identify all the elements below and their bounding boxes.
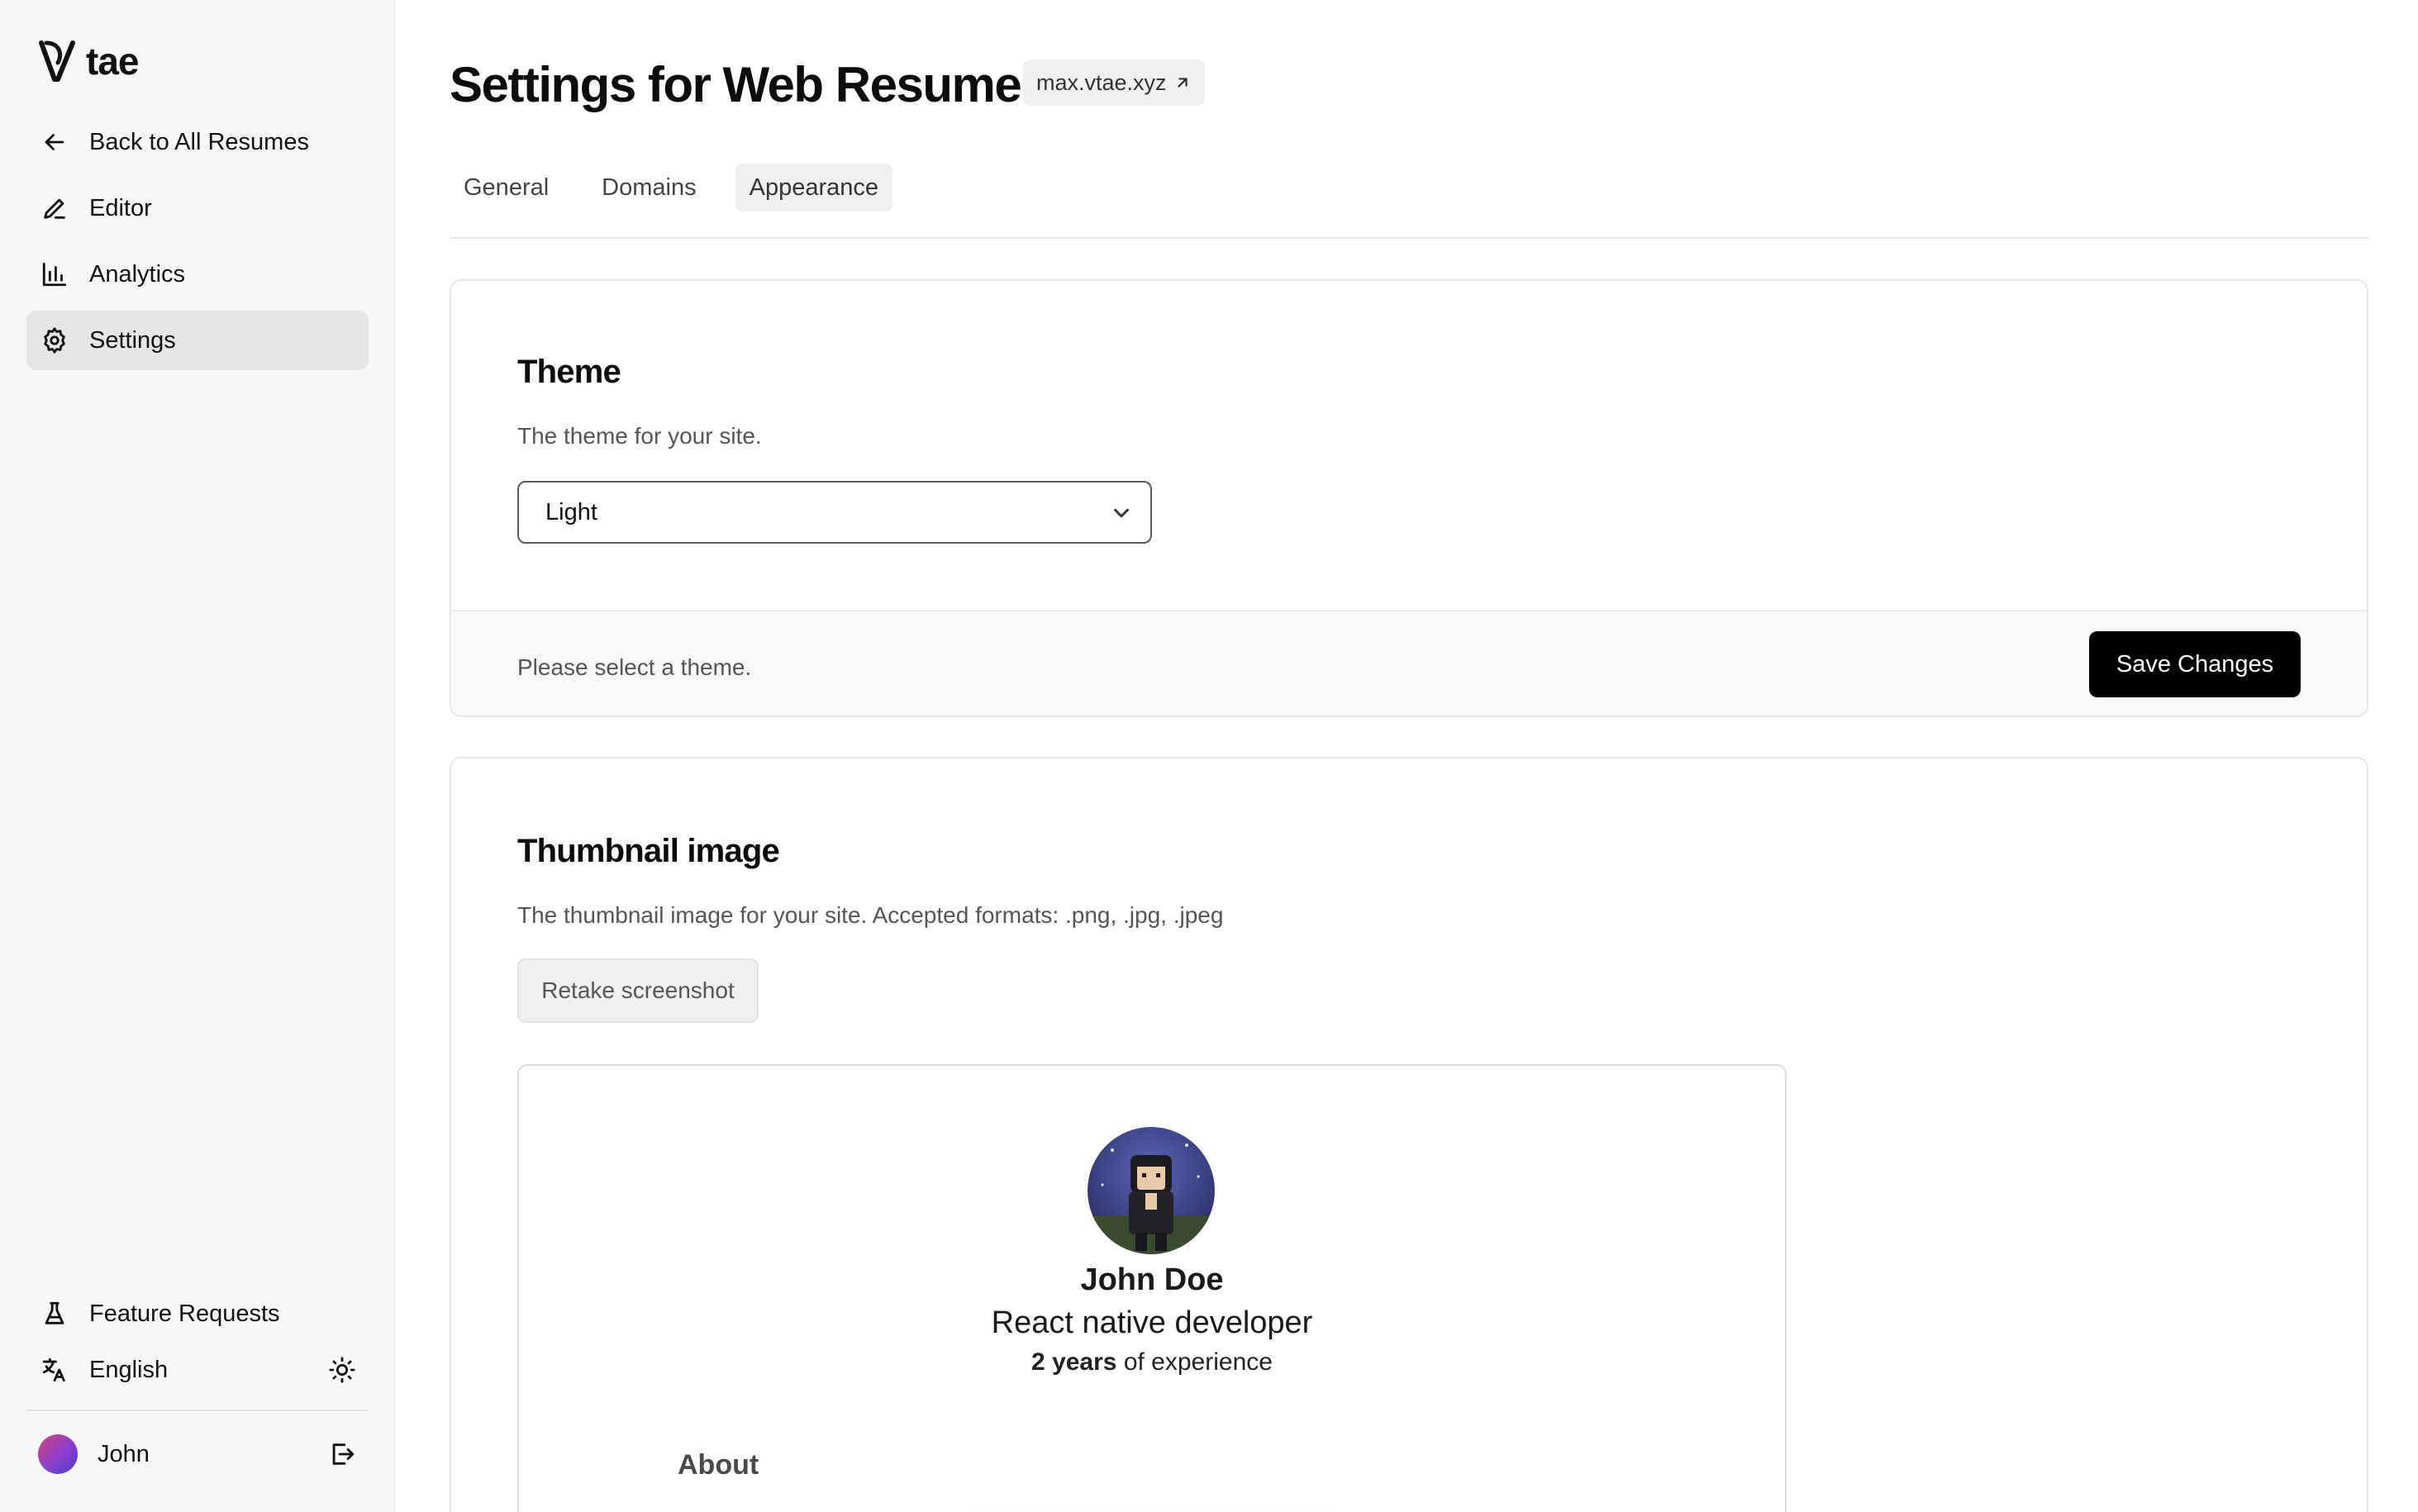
pencil-icon: [40, 193, 69, 223]
nav-label: Back to All Resumes: [89, 128, 309, 155]
nav-feature-requests[interactable]: Feature Requests: [26, 1284, 369, 1343]
sun-icon[interactable]: [327, 1355, 357, 1385]
tab-domains[interactable]: Domains: [588, 164, 710, 212]
nav-editor[interactable]: Editor: [26, 178, 369, 238]
experience-suffix: of experience: [1116, 1348, 1273, 1376]
nav-label: Settings: [89, 326, 176, 354]
theme-card: Theme The theme for your site. Light Ple…: [450, 279, 2368, 717]
retake-screenshot-button[interactable]: Retake screenshot: [517, 958, 759, 1023]
site-link-label: max.vtae.xyz: [1036, 69, 1167, 95]
gear-icon: [40, 326, 69, 355]
main-content: Settings for Web Resume max.vtae.xyz Gen…: [395, 0, 2418, 1512]
theme-title: Theme: [517, 354, 621, 390]
tab-general[interactable]: General: [450, 164, 563, 212]
experience-years: 2 years: [1031, 1348, 1117, 1376]
thumbnail-card: Thumbnail image The thumbnail image for …: [450, 757, 2368, 1512]
arrow-left-icon: [40, 127, 69, 157]
site-link[interactable]: max.vtae.xyz: [1023, 59, 1205, 106]
language-label: English: [89, 1356, 169, 1383]
thumbnail-title: Thumbnail image: [517, 833, 780, 869]
translate-icon: [40, 1355, 69, 1385]
about-heading: About: [678, 1449, 759, 1481]
save-changes-button[interactable]: Save Changes: [2089, 631, 2301, 697]
theme-select-value: Light: [545, 498, 597, 525]
settings-tabs: General Domains Appearance: [450, 164, 917, 212]
user-name: John: [98, 1440, 150, 1467]
nav-analytics[interactable]: Analytics: [26, 245, 369, 304]
theme-card-footer: Please select a theme. Save Changes: [451, 610, 2367, 716]
external-link-icon: [1177, 78, 1188, 88]
vtae-logo-icon: tae: [39, 40, 140, 83]
flask-icon: [40, 1299, 69, 1329]
nav-label: Editor: [89, 194, 152, 221]
profile-avatar: [1088, 1127, 1215, 1254]
logout-icon[interactable]: [327, 1439, 357, 1469]
sidebar-divider: [26, 1410, 369, 1411]
profile-role: React native developer: [991, 1305, 1313, 1340]
theme-select[interactable]: Light: [517, 481, 1152, 544]
preview-fade: [519, 1500, 1785, 1512]
page-title: Settings for Web Resume: [450, 57, 1022, 112]
sidebar: tae Back to All Resumes Editor Analytics: [0, 0, 395, 1512]
thumbnail-preview: John Doe React native developer 2 years …: [517, 1064, 1787, 1512]
profile-experience: 2 years of experience: [519, 1348, 1785, 1376]
tab-appearance[interactable]: Appearance: [735, 164, 893, 212]
nav-label: Feature Requests: [89, 1300, 280, 1327]
svg-text:tae: tae: [86, 40, 139, 83]
chevron-down-icon: [1114, 508, 1129, 518]
theme-description: The theme for your site.: [517, 423, 762, 449]
user-menu[interactable]: John: [26, 1424, 369, 1484]
nav-settings[interactable]: Settings: [26, 311, 369, 370]
bar-chart-icon: [40, 259, 69, 289]
avatar: [38, 1434, 78, 1474]
profile-name: John Doe: [1080, 1262, 1224, 1297]
brand-logo[interactable]: tae: [38, 38, 170, 88]
nav-back-to-resumes[interactable]: Back to All Resumes: [26, 112, 369, 172]
language-selector[interactable]: English: [26, 1340, 369, 1400]
app-window: tae Back to All Resumes Editor Analytics: [0, 0, 2418, 1512]
nav-label: Analytics: [89, 260, 186, 288]
theme-hint: Please select a theme.: [517, 654, 752, 680]
thumbnail-description: The thumbnail image for your site. Accep…: [517, 902, 1224, 928]
tabs-divider: [450, 237, 2368, 239]
